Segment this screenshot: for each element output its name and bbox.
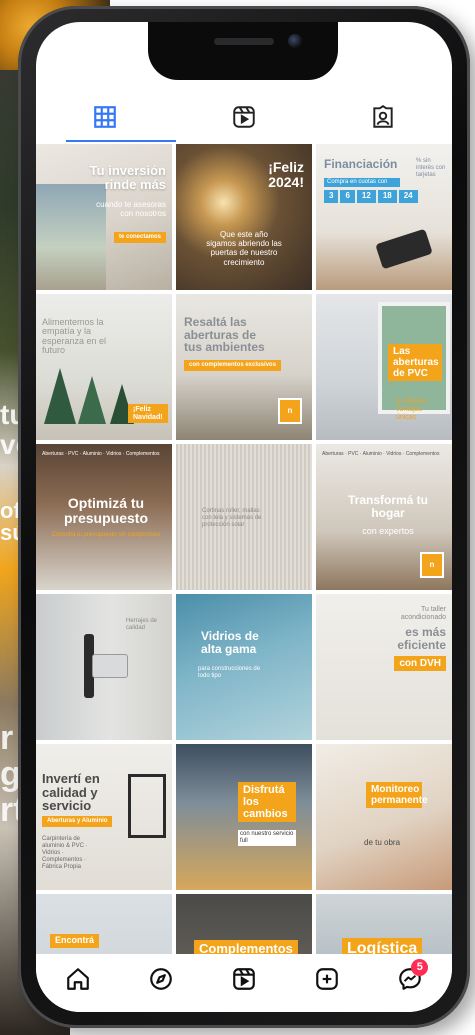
post-topbar: Aberturas · PVC · Aluminio · Vidrios · C… <box>322 451 440 457</box>
cuota-badge: 3 <box>324 190 339 203</box>
post-subtitle: Herrajes de calidad <box>126 618 158 631</box>
post-subtitle: para construcciones de todo tipo <box>198 666 261 679</box>
post-9[interactable]: Aberturas · PVC · Aluminio · Vidrios · C… <box>316 444 452 590</box>
post-title: Optimizá tu presupuesto <box>63 495 148 526</box>
tab-tagged[interactable] <box>353 97 413 137</box>
phone-screen: Tu inversión rinde más cuando te asesora… <box>36 22 452 1012</box>
post-14[interactable]: Disfrutá los cambios con nuestro servici… <box>176 744 312 890</box>
post-subtitle: cuando te asesoras con nosotros <box>96 200 166 219</box>
post-title: Tu inversión rinde más <box>89 163 166 192</box>
post-title: Financiación <box>324 157 398 171</box>
message-count-badge: 5 <box>411 959 429 976</box>
post-12[interactable]: Tu taller acondicionado es más eficiente… <box>316 594 452 740</box>
post-title: es más eficiente <box>397 625 446 652</box>
post-3[interactable]: Financiación Compra en cuotas con 3 6 12… <box>316 144 452 290</box>
post-subtitle: con expertos <box>362 526 414 536</box>
post-subtitle: Carpintería de aluminio & PVC · Vidrios … <box>42 836 88 870</box>
tab-grid[interactable] <box>75 97 135 137</box>
post-17[interactable]: Complementos <box>176 894 312 954</box>
grid-icon <box>94 106 117 128</box>
brand-logo: n <box>278 398 302 424</box>
post-badge: con DVH <box>394 656 446 671</box>
post-topbar: Aberturas · PVC · Aluminio · Vidrios · C… <box>42 451 160 457</box>
post-side-text: % sin interés con tarjetas <box>416 158 446 178</box>
add-icon <box>316 968 338 990</box>
nav-home[interactable] <box>58 959 98 999</box>
post-title: Alimentemos la empatía y la esperanza en… <box>42 317 107 356</box>
reels-icon <box>233 968 255 990</box>
post-badge: Logística <box>342 938 423 954</box>
post-title: ¡Feliz 2024! <box>268 159 304 190</box>
nav-explore[interactable] <box>141 959 181 999</box>
post-top-text: Tu taller acondicionado <box>400 606 446 622</box>
cuotas-list: 3 6 12 18 24 <box>324 190 418 203</box>
post-title: Las aberturas de PVC <box>388 344 442 381</box>
post-15[interactable]: Monitoreo permanente de tu obra <box>316 744 452 890</box>
post-subtitle: de tu obra <box>364 838 401 847</box>
nav-messages[interactable]: 5 <box>390 959 430 999</box>
cuota-badge: 18 <box>377 190 397 203</box>
phone-frame: Tu inversión rinde más cuando te asesora… <box>18 6 470 1028</box>
front-camera <box>288 34 302 48</box>
tagged-icon <box>372 104 393 128</box>
post-title: Transformá tu hogar <box>347 493 428 520</box>
compass-icon <box>149 968 172 990</box>
notch <box>148 22 338 80</box>
nav-reels[interactable] <box>224 959 264 999</box>
post-badge: Encontrá <box>50 934 100 948</box>
post-6[interactable]: Las aberturas de PVC te ofrecen ventajas… <box>316 294 452 440</box>
post-badge: Complementos <box>194 940 298 954</box>
post-subtitle: Compra en cuotas con <box>324 178 400 187</box>
post-13[interactable]: Invertí en calidad y servicio Aberturas … <box>36 744 172 890</box>
nav-create[interactable] <box>307 959 347 999</box>
post-18[interactable]: Logística <box>316 894 452 954</box>
cuota-badge: 6 <box>340 190 355 203</box>
post-badge: ¡Feliz Navidad! <box>128 404 168 424</box>
post-5[interactable]: Resaltá las aberturas de tus ambientes c… <box>176 294 312 440</box>
post-subtitle: Cortinas roller, mallas con tela y siste… <box>202 508 262 528</box>
post-16[interactable]: Encontrá <box>36 894 172 954</box>
posts-grid: Tu inversión rinde más cuando te asesora… <box>36 144 452 954</box>
post-7[interactable]: Aberturas · PVC · Aluminio · Vidrios · C… <box>36 444 172 590</box>
post-subtitle: te ofrecen ventajas únicas <box>396 398 428 422</box>
post-subtitle: Que este año sigamos abriendo las puerta… <box>206 230 282 267</box>
post-10[interactable]: Herrajes de calidad <box>36 594 172 740</box>
post-1[interactable]: Tu inversión rinde más cuando te asesora… <box>36 144 172 290</box>
cuota-badge: 12 <box>356 190 376 203</box>
post-11[interactable]: Vidrios de alta gama para construcciones… <box>176 594 312 740</box>
post-badge: te conectamos <box>113 232 166 243</box>
speaker <box>214 38 274 45</box>
post-badge: Aberturas y Aluminio <box>42 816 113 827</box>
post-title: Disfrutá los cambios <box>238 782 296 823</box>
profile-tabs <box>36 92 452 142</box>
post-title: Invertí en calidad y servicio <box>42 771 100 814</box>
post-subtitle: con nuestro servicio full <box>238 830 296 846</box>
post-title: Monitoreo permanente <box>366 782 428 808</box>
active-tab-indicator <box>66 140 176 142</box>
post-2[interactable]: ¡Feliz 2024! Que este año sigamos abrien… <box>176 144 312 290</box>
post-subtitle: Consultá tu presupuesto sin compromiso <box>51 532 161 538</box>
post-4[interactable]: Alimentemos la empatía y la esperanza en… <box>36 294 172 440</box>
bottom-nav: 5 <box>36 954 452 1012</box>
cuota-badge: 24 <box>398 190 418 203</box>
post-badge: con complementos exclusivos <box>184 360 282 371</box>
tab-reels[interactable] <box>214 97 274 137</box>
reels-icon <box>233 106 255 128</box>
brand-logo: n <box>420 552 444 578</box>
post-title: Vidrios de alta gama <box>201 629 259 657</box>
post-title: Resaltá las aberturas de tus ambientes <box>184 315 265 355</box>
home-icon <box>66 968 89 990</box>
post-8[interactable]: Cortinas roller, mallas con tela y siste… <box>176 444 312 590</box>
